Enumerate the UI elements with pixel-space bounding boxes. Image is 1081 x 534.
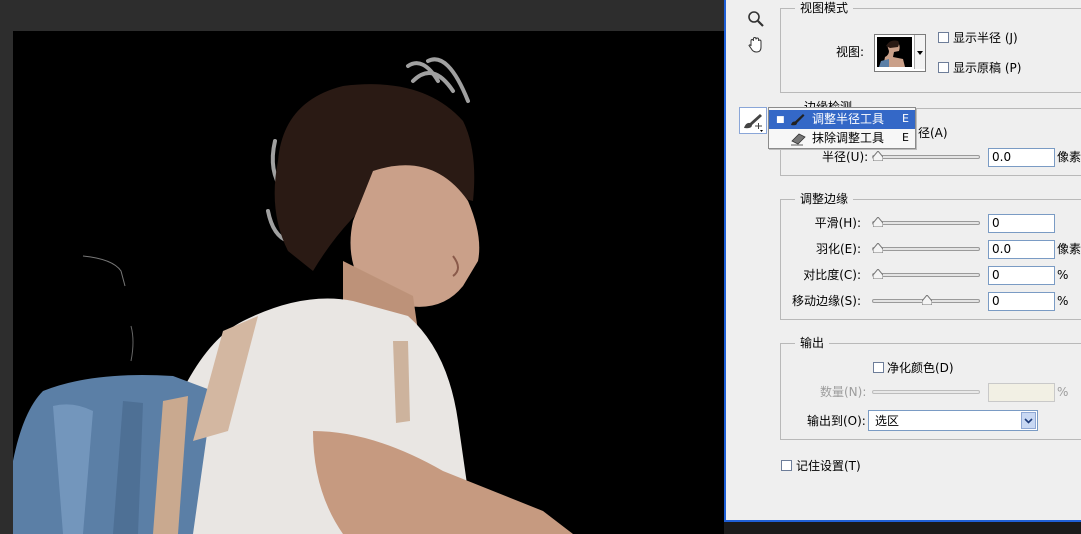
output-to-label: 输出到(O): [807,414,866,428]
adjust-row-label: 羽化(E): [816,242,861,256]
amount-input [988,383,1055,402]
radius-input[interactable]: 0.0 [988,148,1055,167]
decontaminate-label: 净化颜色(D) [887,361,954,375]
adjust-row-slider[interactable] [872,243,980,253]
document-canvas[interactable] [13,31,725,534]
view-label: 视图: [836,45,865,59]
adjust-row-input[interactable]: 0 [988,266,1055,285]
menu-item-shortcut: E [902,131,909,144]
menu-item-label: 抹除调整工具 [812,131,885,145]
chevron-down-icon[interactable] [1021,412,1036,429]
menu-item-shortcut: E [902,112,909,125]
masked-photo [13,57,573,534]
adjust-row-label: 对比度(C): [803,268,861,282]
adjust-row-unit: % [1057,294,1069,308]
adjust-row-unit: % [1057,268,1069,282]
amount-slider [872,390,980,394]
adjust-row-label: 移动边缘(S): [791,294,861,308]
show-radius-checkbox[interactable] [938,32,949,43]
show-original-label: 显示原稿 (P) [953,61,1022,75]
menu-item-erase-refinements[interactable]: 抹除调整工具 E [769,129,915,148]
output-to-select[interactable]: 选区 [868,410,1038,431]
show-radius-label: 显示半径 (J) [953,31,1018,45]
decontaminate-checkbox[interactable] [873,362,884,373]
view-mode-group: 视图模式 [780,1,1081,93]
menu-item-label: 调整半径工具 [812,112,885,126]
amount-unit: % [1057,385,1069,399]
adjust-row-label: 平滑(H): [814,216,861,230]
zoom-tool[interactable] [745,8,767,30]
brush-icon [791,114,805,126]
refine-edge-dialog: 视图模式 视图: 显示半径 (J) 显示原稿 (P) 边缘检测 径(A) 半径(… [724,0,1081,522]
brush-icon [744,114,763,132]
slider-thumb[interactable] [922,295,932,305]
view-mode-title: 视图模式 [795,1,854,15]
slider-thumb[interactable] [873,217,883,227]
radius-slider[interactable] [872,151,980,161]
tool-popup-menu: ■ 调整半径工具 E 抹除调整工具 E [768,107,916,149]
slider-thumb[interactable] [873,269,883,279]
smart-radius-label: 径(A) [918,126,948,140]
eraser-icon [791,133,806,146]
output-to-value: 选区 [875,414,900,428]
adjust-row-input[interactable]: 0 [988,214,1055,233]
chevron-down-icon[interactable] [914,35,925,69]
remember-settings-label: 记住设置(T) [796,459,861,473]
radius-slider-thumb[interactable] [873,151,883,161]
adjust-edge-title: 调整边缘 [795,192,854,206]
slider-thumb[interactable] [873,243,883,253]
magnifier-icon [748,11,764,27]
adjust-row-slider[interactable] [872,217,980,227]
selected-bullet-icon: ■ [776,115,785,125]
view-selector[interactable] [874,34,926,72]
amount-label: 数量(N): [820,385,867,399]
output-title: 输出 [795,336,830,350]
radius-label: 半径(U): [822,150,869,164]
menu-item-refine-radius[interactable]: ■ 调整半径工具 E [769,110,915,129]
view-thumbnail [877,37,912,67]
window-edge [724,522,1081,534]
hand-icon [748,36,762,53]
adjust-row-input[interactable]: 0.0 [988,240,1055,259]
adjust-row-slider[interactable] [872,269,980,279]
adjust-row-unit: 像素 [1057,242,1081,256]
adjust-row-input[interactable]: 0 [988,292,1055,311]
hand-tool[interactable] [745,34,767,56]
refine-radius-tool-button[interactable] [739,107,767,134]
adjust-row-slider[interactable] [872,295,980,305]
remember-settings-checkbox[interactable] [781,460,792,471]
show-original-checkbox[interactable] [938,62,949,73]
radius-unit: 像素 [1057,150,1081,164]
